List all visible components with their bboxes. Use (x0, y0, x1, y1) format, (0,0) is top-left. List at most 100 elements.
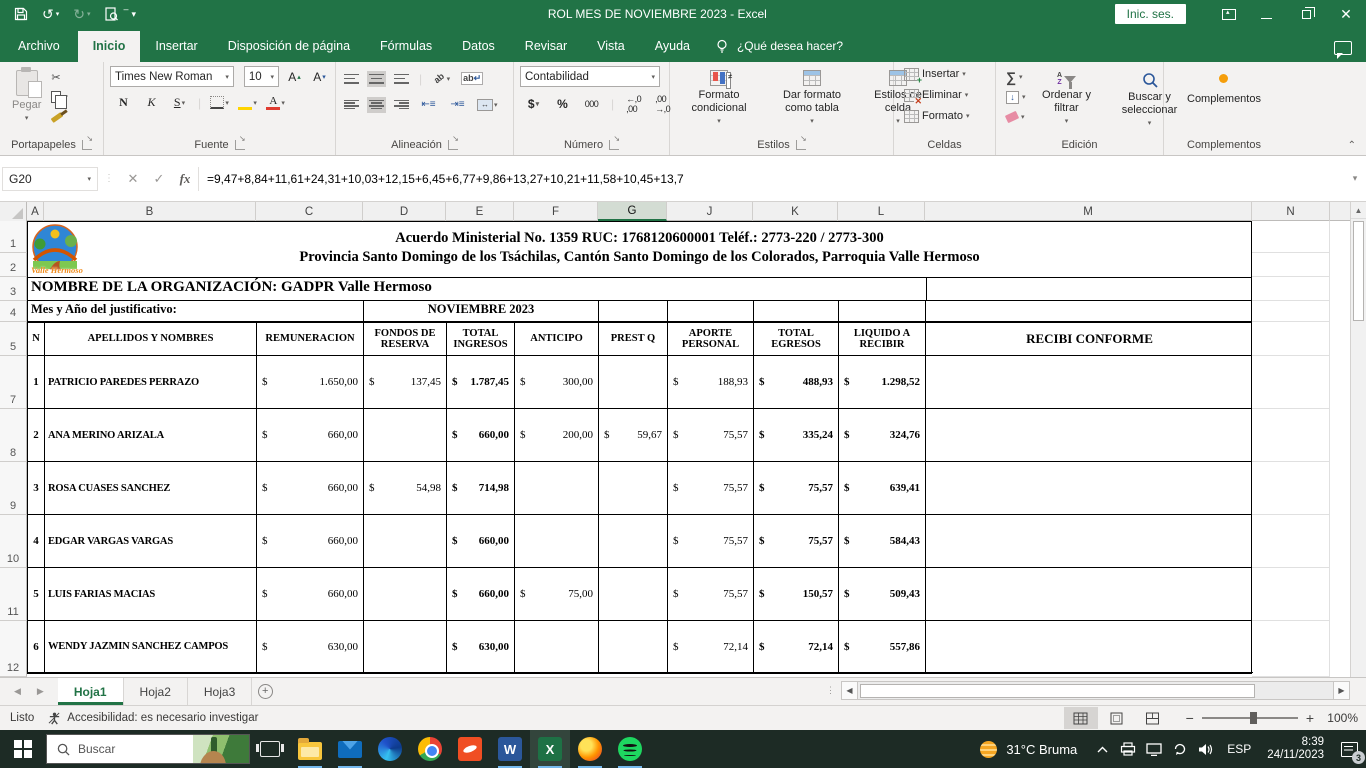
anticipo-cell[interactable] (515, 621, 599, 673)
aporte-personal-cell[interactable]: $75,57 (668, 568, 754, 621)
align-top-icon[interactable] (344, 73, 359, 85)
column-header-D[interactable]: D (363, 202, 446, 221)
remuneracion-cell[interactable]: $630,00 (257, 621, 364, 673)
addins-button[interactable]: Complementos (1181, 66, 1267, 110)
row-number-cell[interactable]: 3 (28, 462, 45, 515)
zoom-slider[interactable] (1201, 712, 1298, 724)
decrease-font-icon[interactable]: A ▾ (310, 67, 329, 86)
empty-cell[interactable] (1252, 568, 1330, 621)
recibi-conforme-cell[interactable] (926, 462, 1253, 515)
recibi-conforme-cell[interactable] (926, 568, 1253, 621)
weather-text[interactable]: 31°C Bruma (1006, 742, 1077, 757)
spotify-button[interactable] (610, 730, 650, 768)
remuneracion-cell[interactable]: $660,00 (257, 462, 364, 515)
ribbon-tab-disposici-n-de-p-gina[interactable]: Disposición de página (213, 31, 365, 62)
sync-icon[interactable] (1167, 730, 1193, 768)
row-header-9[interactable]: 9 (0, 462, 27, 515)
zoom-out-icon[interactable]: − (1186, 711, 1194, 725)
total-egresos-cell[interactable]: $75,57 (754, 462, 839, 515)
column-header-B[interactable]: B (44, 202, 256, 221)
total-egresos-cell[interactable]: $488,93 (754, 356, 839, 409)
zoom-in-icon[interactable]: + (1306, 711, 1314, 725)
document-header[interactable]: Valle Hermoso Acuerdo Ministerial No. 13… (27, 221, 1252, 277)
format-cells-button[interactable]: Formato ▾ (904, 108, 969, 124)
borders-button[interactable]: ▾ (210, 93, 229, 112)
sheet-tab-hoja2[interactable]: Hoja2 (124, 678, 188, 705)
word-button[interactable]: W (490, 730, 530, 768)
sheet-tab-hoja1[interactable]: Hoja1 (57, 678, 124, 705)
align-bottom-icon[interactable] (394, 73, 409, 85)
row-header-5[interactable]: 5 (0, 322, 27, 356)
delete-cells-button[interactable]: ✕ Eliminar ▾ (904, 87, 968, 105)
collapse-ribbon-icon[interactable]: ⌃ (1348, 140, 1356, 151)
name-box[interactable]: G20 ▾ (2, 166, 98, 191)
start-button[interactable] (0, 730, 46, 768)
total-egresos-cell[interactable]: $72,14 (754, 621, 839, 673)
employee-name-cell[interactable]: EDGAR VARGAS VARGAS (45, 515, 257, 568)
row-number-cell[interactable]: 2 (28, 409, 45, 462)
prest-q-cell[interactable]: $59,67 (599, 409, 668, 462)
prest-q-cell[interactable] (599, 462, 668, 515)
copy-button[interactable]: ▾ (51, 89, 68, 109)
redo-icon[interactable]: ↻ ▾ (73, 7, 90, 21)
total-egresos-cell[interactable]: $335,24 (754, 409, 839, 462)
firefox-button[interactable] (570, 730, 610, 768)
normal-view-icon[interactable] (1063, 707, 1098, 729)
remuneracion-cell[interactable]: $1.650,00 (257, 356, 364, 409)
employee-name-cell[interactable]: ANA MERINO ARIZALA (45, 409, 257, 462)
total-ingresos-cell[interactable]: $660,00 (447, 515, 515, 568)
printer-icon[interactable] (1115, 730, 1141, 768)
fondos-reserva-cell[interactable] (364, 515, 447, 568)
restore-button[interactable] (1286, 0, 1326, 28)
total-ingresos-cell[interactable]: $660,00 (447, 568, 515, 621)
ribbon-tab-insertar[interactable]: Insertar (140, 31, 212, 62)
font-color-button[interactable]: A ▾ (266, 93, 285, 112)
column-header-E[interactable]: E (446, 202, 514, 221)
scroll-right-icon[interactable]: ▶ (1333, 681, 1350, 700)
fondos-reserva-cell[interactable] (364, 409, 447, 462)
column-header-J[interactable]: J (667, 202, 753, 221)
clipboard-dialog-launcher[interactable] (81, 134, 93, 150)
mail-button[interactable] (330, 730, 370, 768)
period-value-cell[interactable]: NOVIEMBRE 2023 (364, 301, 599, 322)
align-center-icon[interactable] (367, 96, 386, 113)
fill-color-button[interactable]: ▾ (238, 93, 257, 112)
chrome-button[interactable] (410, 730, 450, 768)
anticipo-cell[interactable]: $300,00 (515, 356, 599, 409)
table-header-cell[interactable]: FONDOS DE RESERVA (364, 323, 447, 356)
column-header-A[interactable]: A (27, 202, 44, 221)
new-sheet-button[interactable]: + (252, 678, 278, 705)
merge-center-button[interactable]: ↔ ▾ (477, 95, 498, 114)
liquido-recibir-cell[interactable]: $584,43 (839, 515, 926, 568)
aporte-personal-cell[interactable]: $188,93 (668, 356, 754, 409)
paste-button[interactable]: Pegar ▾ (6, 66, 47, 129)
zoom-level[interactable]: 100% (1316, 711, 1358, 725)
empty-cell[interactable] (1252, 301, 1330, 322)
row-header-7[interactable]: 7 (0, 356, 27, 409)
empty-cell[interactable] (1252, 621, 1330, 677)
prest-q-cell[interactable] (599, 356, 668, 409)
decrease-indent-icon[interactable]: ⇤≡ (419, 95, 438, 114)
row-number-cell[interactable]: 4 (28, 515, 45, 568)
insert-function-icon[interactable]: fx (172, 167, 198, 191)
liquido-recibir-cell[interactable]: $1.298,52 (839, 356, 926, 409)
fill-button[interactable]: ↓ ▾ (1006, 89, 1026, 105)
close-button[interactable]: ✕ (1326, 0, 1366, 28)
fondos-reserva-cell[interactable] (364, 568, 447, 621)
employee-name-cell[interactable]: ROSA CUASES SANCHEZ (45, 462, 257, 515)
sort-filter-button[interactable]: AZ Ordenar y filtrar ▾ (1030, 66, 1104, 132)
column-header-K[interactable]: K (753, 202, 838, 221)
row-number-cell[interactable]: 5 (28, 568, 45, 621)
vertical-scrollbar[interactable]: ▲ (1350, 202, 1366, 677)
increase-decimal-icon[interactable]: ←,0,00 (624, 94, 643, 114)
excel-button[interactable]: X (530, 730, 570, 768)
anticipo-cell[interactable]: $200,00 (515, 409, 599, 462)
file-explorer-button[interactable] (290, 730, 330, 768)
table-header-cell[interactable]: TOTAL INGRESOS (447, 323, 515, 356)
table-header-cell[interactable]: APELLIDOS Y NOMBRES (45, 323, 257, 356)
prest-q-cell[interactable] (599, 568, 668, 621)
ribbon-tab-ayuda[interactable]: Ayuda (640, 31, 705, 62)
insert-cells-button[interactable]: + Insertar ▾ (904, 66, 966, 84)
cancel-entry-icon[interactable]: ✕ (120, 167, 146, 191)
liquido-recibir-cell[interactable]: $509,43 (839, 568, 926, 621)
